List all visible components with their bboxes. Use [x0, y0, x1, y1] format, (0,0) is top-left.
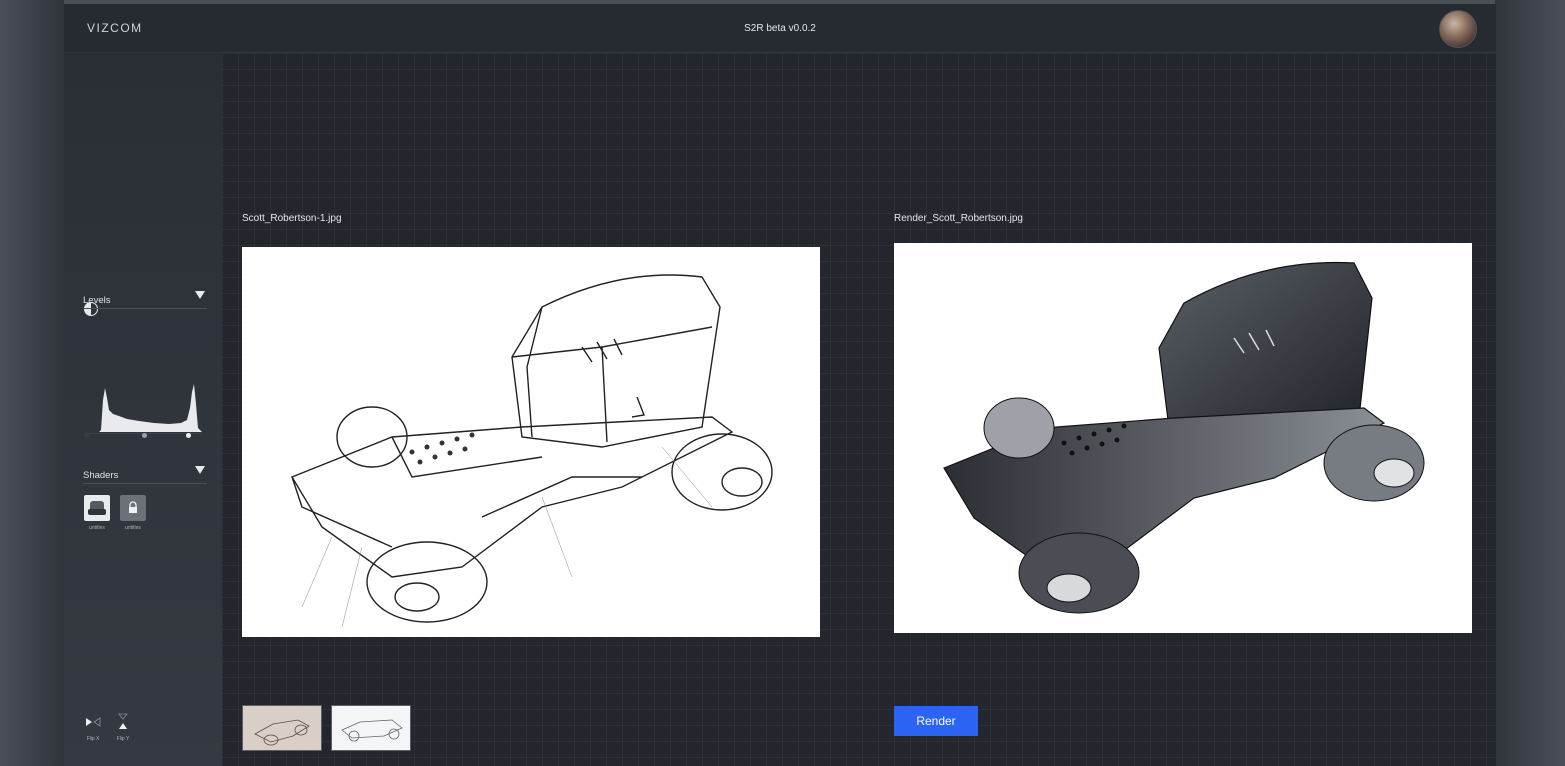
monitor-bezel-right: [1495, 0, 1565, 766]
flip-y-icon: [118, 713, 128, 729]
levels-midpoint-handle[interactable]: [142, 433, 147, 438]
shaders-collapse-icon[interactable]: [195, 466, 205, 474]
levels-section-header[interactable]: Levels: [83, 290, 207, 309]
flip-y-button[interactable]: [110, 712, 136, 732]
flip-x-button[interactable]: [80, 712, 106, 732]
shader-caption-2: untitles: [125, 525, 141, 531]
app-title: S2R beta v0.0.2: [744, 23, 816, 34]
flip-y-label: Flip Y: [116, 736, 130, 742]
shader-caption-1: untitles: [89, 525, 105, 531]
sketch-vehicle-drawing: [290, 274, 773, 628]
shader-thumbnail-2[interactable]: [120, 495, 146, 521]
thumbnail-sketch-2: [341, 719, 403, 742]
workspace-canvas: Scott_Robertson-1.jpg Render_Scott_Rober…: [222, 53, 1496, 766]
app-header: VIZCOM S2R beta v0.0.2: [64, 4, 1496, 53]
user-avatar[interactable]: [1439, 10, 1477, 48]
render-filename: Render_Scott_Robertson.jpg: [894, 213, 1023, 224]
source-filename: Scott_Robertson-1.jpg: [242, 213, 342, 224]
levels-collapse-icon[interactable]: [195, 291, 205, 299]
levels-white-point-handle[interactable]: [186, 433, 191, 438]
shaders-label: Shaders: [83, 470, 119, 481]
levels-histogram: [99, 384, 202, 432]
lock-icon: [129, 501, 137, 513]
flip-x-label: Flip X: [86, 736, 100, 742]
render-button[interactable]: Render: [894, 706, 978, 736]
app-window: VIZCOM S2R beta v0.0.2 Levels Shaders un…: [64, 4, 1496, 766]
shader-thumbnail-1[interactable]: [84, 495, 110, 521]
monitor-bezel-left: [0, 0, 64, 766]
thumbnail-sketch-1: [254, 719, 310, 746]
levels-label: Levels: [83, 295, 111, 306]
source-thumbnail-1[interactable]: [242, 705, 322, 751]
rendered-vehicle-drawing: [943, 261, 1425, 614]
shaders-section-header[interactable]: Shaders: [83, 465, 207, 484]
levels-black-point-handle[interactable]: [84, 433, 89, 438]
tool-sidebar: Levels Shaders untitles untitles Flip X …: [64, 53, 222, 766]
flip-x-icon: [86, 717, 101, 727]
source-sketch-image[interactable]: [242, 247, 820, 637]
source-thumbnail-2[interactable]: [331, 705, 411, 751]
shader-preview-icon: [88, 501, 106, 515]
rendered-output-image[interactable]: [894, 243, 1472, 633]
